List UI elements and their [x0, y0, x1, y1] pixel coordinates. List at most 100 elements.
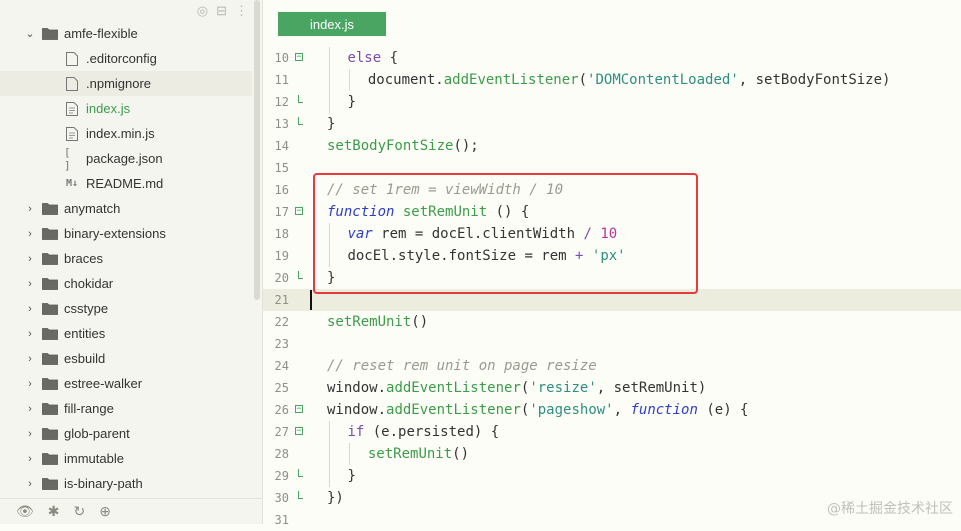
line-number: 19	[274, 249, 289, 263]
code-line[interactable]: 14 setBodyFontSize();	[263, 135, 961, 157]
folder-item[interactable]: › is-binary-path	[0, 471, 252, 496]
code-line[interactable]: 25 window.addEventListener('resize', setR…	[263, 377, 961, 399]
chevron-down-icon[interactable]: ⌄	[24, 27, 36, 40]
folder-item[interactable]: › chokidar	[0, 271, 252, 296]
code-line[interactable]: 24 // reset rem unit on page resize	[263, 355, 961, 377]
tree-item-label: index.min.js	[86, 126, 155, 141]
refresh-icon[interactable]: ↻	[74, 503, 86, 520]
globe-icon[interactable]: ⊕	[99, 503, 111, 520]
line-number: 18	[274, 227, 289, 241]
folder-item[interactable]: › binary-extensions	[0, 221, 252, 246]
fold-toggle-icon[interactable]: −	[295, 427, 303, 436]
file-item[interactable]: .editorconfig	[0, 46, 252, 71]
indent-guide	[329, 465, 339, 487]
folder-item[interactable]: › immutable	[0, 446, 252, 471]
chevron-right-icon[interactable]: ›	[24, 428, 36, 440]
code-text: if (e.persisted) {	[327, 421, 499, 443]
code-line[interactable]: 27− if (e.persisted) {	[263, 421, 961, 443]
folder-item[interactable]: › fill-range	[0, 396, 252, 421]
tree-item-label: esbuild	[64, 351, 106, 366]
code-text: document.addEventListener('DOMContentLoa…	[327, 69, 890, 91]
chevron-right-icon[interactable]: ›	[24, 253, 36, 265]
folder-icon	[42, 226, 58, 242]
code-token: 'resize'	[529, 380, 597, 396]
tab-index-js[interactable]: index.js	[278, 12, 386, 36]
indent-guide	[329, 91, 339, 113]
tree-item-label: binary-extensions	[64, 226, 166, 241]
code-line[interactable]: 11 document.addEventListener('DOMContent…	[263, 69, 961, 91]
js-file-icon	[64, 101, 80, 117]
markdown-file-icon: M↓	[65, 178, 79, 189]
line-number: 10	[274, 51, 289, 65]
chevron-right-icon[interactable]: ›	[24, 328, 36, 340]
file-item[interactable]: [ ] package.json	[0, 146, 252, 172]
file-item[interactable]: M↓ README.md	[0, 171, 252, 196]
chevron-right-icon[interactable]: ›	[24, 228, 36, 240]
code-text: // reset rem unit on page resize	[327, 355, 597, 377]
fold-toggle-icon[interactable]: −	[295, 53, 303, 62]
folder-item[interactable]: › braces	[0, 246, 252, 271]
folder-item[interactable]: › csstype	[0, 296, 252, 321]
bug-icon[interactable]: ✱	[48, 503, 60, 520]
folder-icon	[42, 301, 58, 317]
code-line[interactable]: 26− window.addEventListener('pageshow', f…	[263, 399, 961, 421]
tree-item-label: chokidar	[64, 276, 114, 291]
fold-end-marker	[298, 271, 303, 279]
chevron-right-icon[interactable]: ›	[24, 478, 36, 490]
file-explorer-sidebar: ◎ ⊟ ⋮ ⌄ amfe-flexible .editorconfig .npmign…	[0, 0, 263, 524]
tab-bar: index.js	[263, 0, 961, 40]
code-text: window.addEventListener('resize', setRem…	[327, 377, 706, 399]
sidebar-toolbar: ◎ ⊟ ⋮	[197, 3, 248, 19]
chevron-right-icon[interactable]: ›	[24, 453, 36, 465]
chevron-right-icon[interactable]: ›	[24, 278, 36, 290]
file-item[interactable]: index.js	[0, 96, 252, 121]
fold-toggle-icon[interactable]: −	[295, 207, 303, 216]
folder-item[interactable]: › estree-walker	[0, 371, 252, 396]
code-line[interactable]: 22 setRemUnit()	[263, 311, 961, 333]
indent-guide	[329, 47, 339, 69]
code-text: setBodyFontSize();	[327, 135, 479, 157]
code-token: }	[347, 468, 356, 484]
fold-end-marker	[298, 117, 303, 125]
line-number: 24	[274, 359, 289, 373]
chevron-right-icon[interactable]: ›	[24, 203, 36, 215]
indent-guide	[349, 443, 359, 465]
folder-item[interactable]: › glob-parent	[0, 421, 252, 446]
folder-icon	[42, 326, 58, 342]
folder-icon	[42, 276, 58, 292]
tree-item-label: csstype	[64, 301, 109, 316]
code-text: }	[327, 91, 356, 113]
code-token: window.	[327, 402, 387, 418]
code-line[interactable]: 29 }	[263, 465, 961, 487]
code-token: (	[578, 72, 588, 88]
sidebar-scrollbar[interactable]	[254, 0, 260, 300]
file-item[interactable]: index.min.js	[0, 121, 252, 146]
line-number: 12	[274, 95, 289, 109]
collapse-icon[interactable]: ⊟	[216, 3, 227, 19]
folder-icon	[42, 476, 58, 492]
folder-icon	[42, 451, 58, 467]
code-token: ,	[613, 402, 631, 418]
chevron-right-icon[interactable]: ›	[24, 353, 36, 365]
code-line[interactable]: 12 }	[263, 91, 961, 113]
code-line[interactable]: 10− else {	[263, 47, 961, 69]
chevron-right-icon[interactable]: ›	[24, 303, 36, 315]
fold-toggle-icon[interactable]: −	[295, 405, 303, 414]
file-item[interactable]: .npmignore	[0, 71, 252, 96]
eye-icon[interactable]: 👁	[16, 503, 34, 520]
code-line[interactable]: 13}	[263, 113, 961, 135]
line-number: 29	[274, 469, 289, 483]
chevron-right-icon[interactable]: ›	[24, 403, 36, 415]
folder-item[interactable]: › esbuild	[0, 346, 252, 371]
folder-item[interactable]: ⌄ amfe-flexible	[0, 21, 252, 46]
fold-end-marker	[298, 95, 303, 103]
tree-item-label: .npmignore	[86, 76, 152, 91]
target-icon[interactable]: ◎	[197, 3, 208, 19]
folder-item[interactable]: › entities	[0, 321, 252, 346]
code-line[interactable]: 28 setRemUnit()	[263, 443, 961, 465]
chevron-right-icon[interactable]: ›	[24, 378, 36, 390]
more-icon[interactable]: ⋮	[235, 3, 248, 19]
indent-guide	[329, 443, 339, 465]
code-line[interactable]: 23	[263, 333, 961, 355]
folder-item[interactable]: › anymatch	[0, 196, 252, 221]
